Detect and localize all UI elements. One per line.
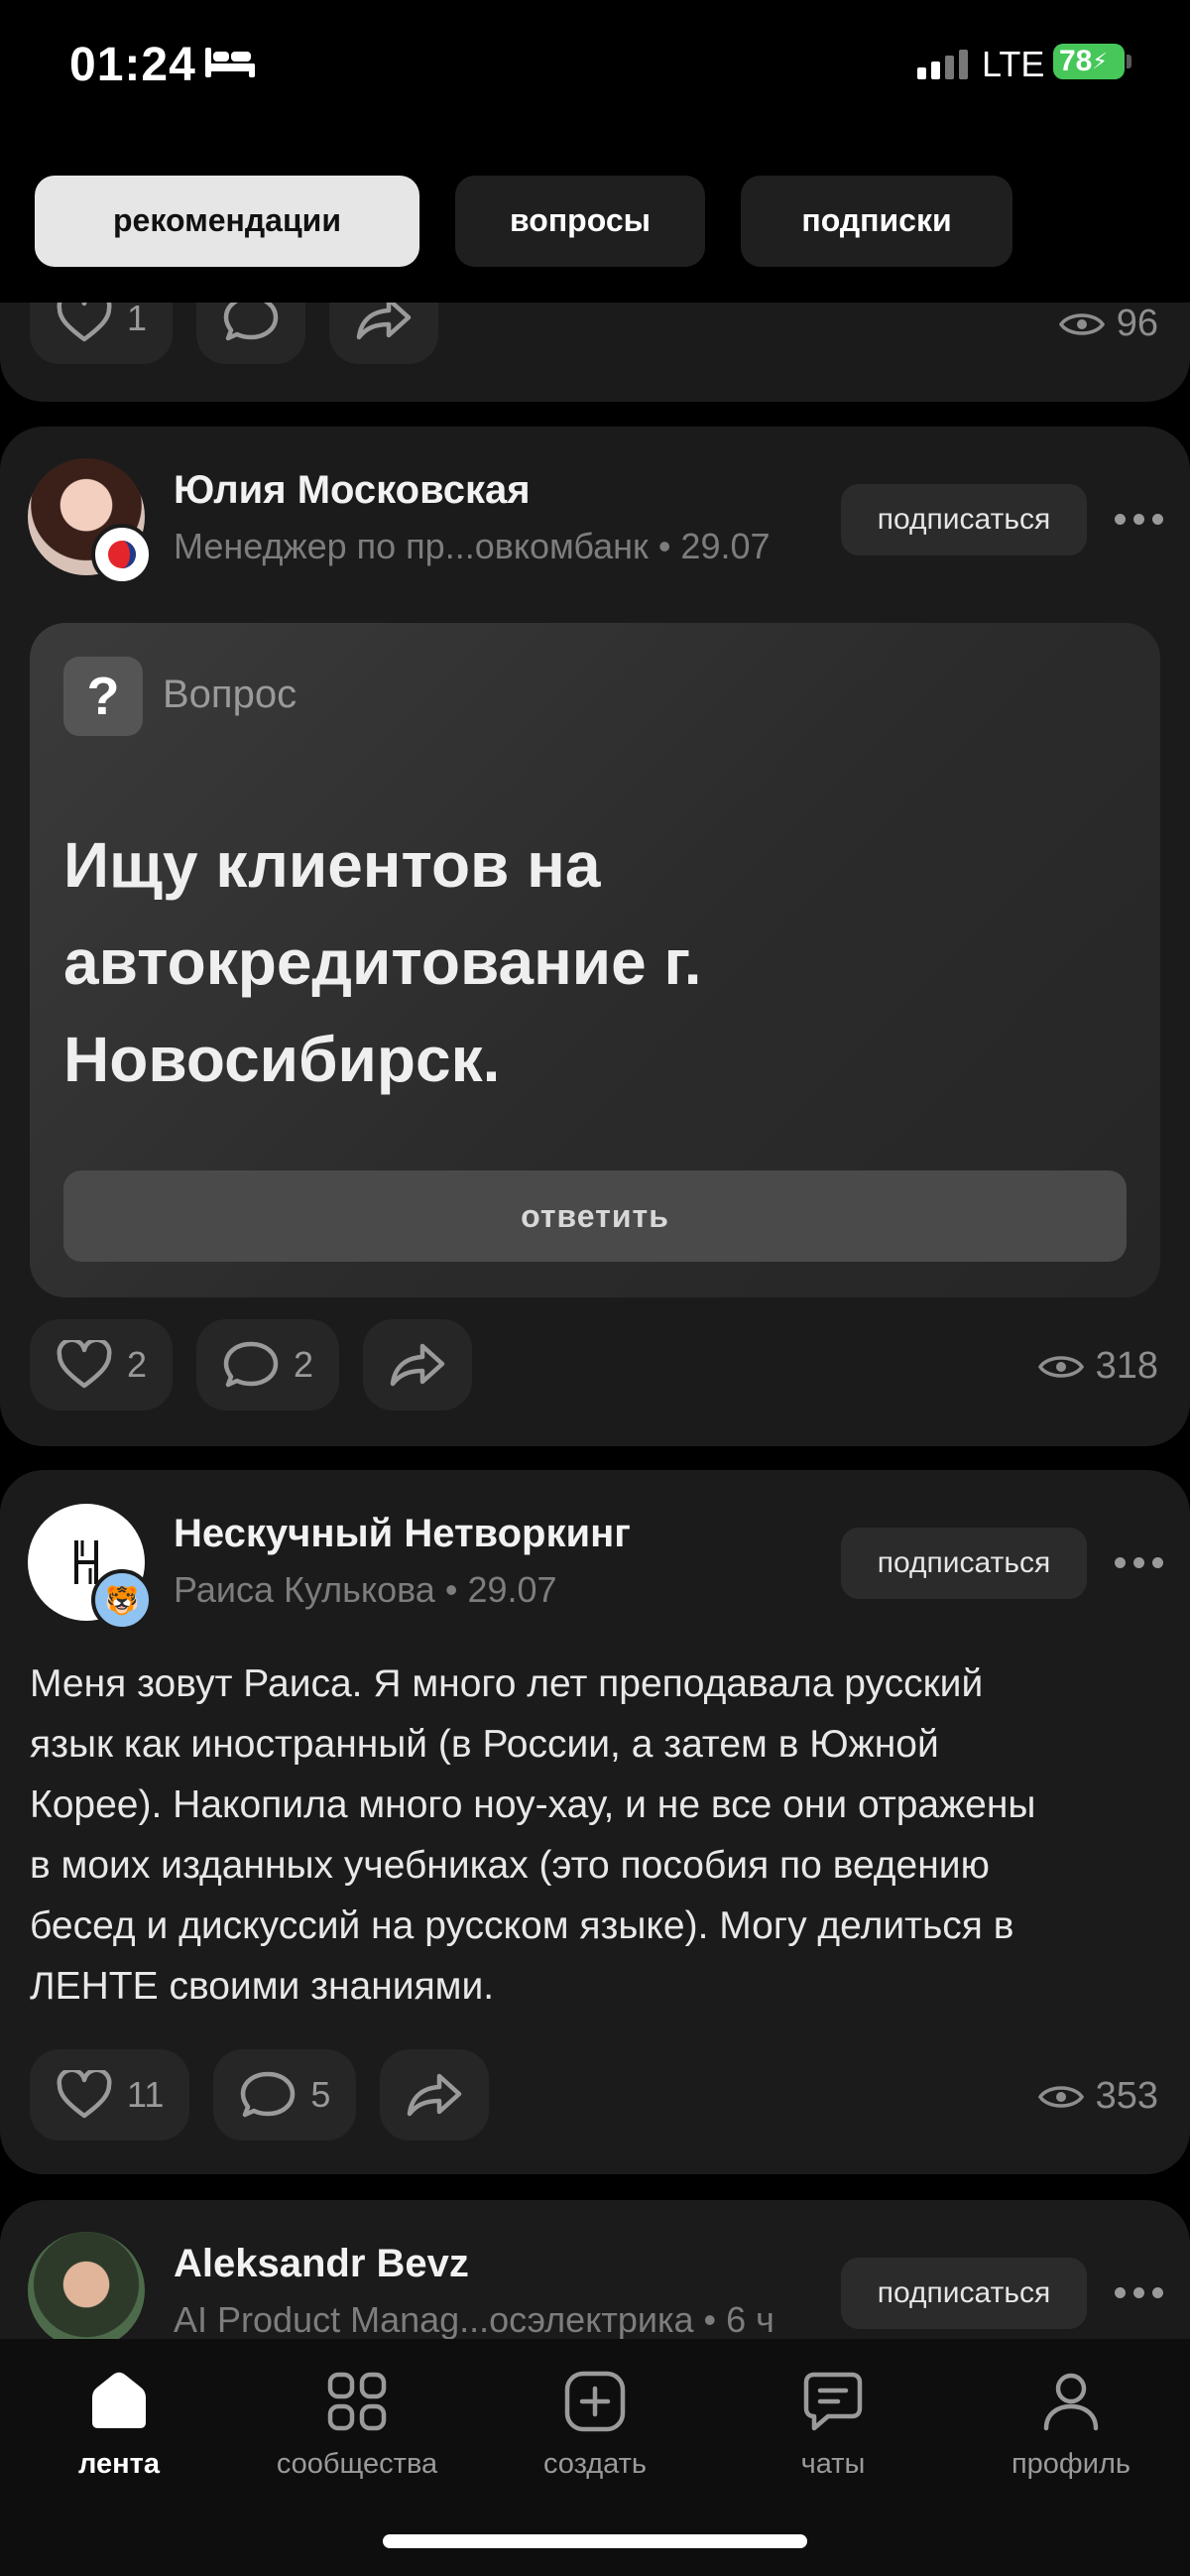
nav-communities-label: сообщества	[276, 2448, 438, 2480]
like-count: 2	[127, 1344, 148, 1385]
tab-questions[interactable]: вопросы	[455, 175, 705, 267]
status-time: 01:24	[69, 39, 196, 91]
grid-icon	[327, 2372, 387, 2431]
answer-button[interactable]: ответить	[63, 1170, 1127, 1262]
views-count: 318	[1095, 1345, 1158, 1387]
heart-icon	[57, 2070, 112, 2119]
nav-chats[interactable]: чаты	[734, 2369, 932, 2481]
comment-button[interactable]: 5	[213, 2049, 357, 2141]
eye-icon	[1058, 312, 1105, 335]
views-count: 353	[1095, 2075, 1158, 2117]
comment-icon	[223, 1341, 279, 1388]
post-card: 🐯 Нескучный Нетворкинг Раиса Кулькова • …	[0, 1470, 1190, 2174]
views-counter: 96	[1058, 303, 1158, 345]
share-icon	[390, 1343, 445, 1387]
more-options-icon[interactable]	[1115, 1557, 1163, 1568]
battery-level: 78	[1059, 45, 1093, 77]
question-label: Вопрос	[163, 673, 298, 716]
nav-communities[interactable]: сообщества	[258, 2369, 456, 2481]
feed-filter-tabs: рекомендации вопросы подписки	[0, 139, 1190, 303]
like-count: 1	[127, 298, 148, 338]
author-name[interactable]: Юлия Московская	[174, 468, 531, 513]
more-options-icon[interactable]	[1115, 514, 1163, 525]
nav-chats-label: чаты	[800, 2448, 866, 2480]
nav-feed-label: лента	[77, 2448, 160, 2480]
author-name[interactable]: Aleksandr Bevz	[174, 2242, 469, 2286]
share-button[interactable]	[363, 1319, 473, 1411]
cellular-signal-icon	[917, 48, 968, 79]
nav-feed[interactable]: лента	[20, 2369, 218, 2481]
comment-icon	[241, 2071, 296, 2118]
author-meta: Раиса Кулькова • 29.07	[174, 1569, 557, 1610]
status-bar: 01:24 LTE 78 ⚡	[0, 0, 1190, 139]
battery-icon: 78 ⚡	[1053, 44, 1125, 79]
tab-subscriptions[interactable]: подписки	[741, 175, 1012, 267]
nav-create-label: создать	[542, 2448, 648, 2480]
views-counter: 318	[1037, 1345, 1158, 1388]
user-badge-icon: 🐯	[91, 1569, 153, 1631]
chat-icon	[803, 2372, 863, 2431]
nav-profile[interactable]: профиль	[972, 2369, 1170, 2481]
eye-icon	[1037, 2085, 1084, 2108]
post-card: Юлия Московская Менеджер по пр...овкомба…	[0, 427, 1190, 1446]
subscribe-button[interactable]: подписаться	[841, 1528, 1087, 1599]
plus-square-icon	[564, 2371, 626, 2432]
like-button[interactable]: 2	[30, 1319, 174, 1411]
eye-icon	[1037, 1355, 1084, 1378]
avatar[interactable]	[28, 2232, 145, 2349]
home-icon	[92, 2372, 146, 2428]
person-icon	[1043, 2373, 1099, 2431]
tab-recommendations[interactable]: рекомендации	[35, 175, 419, 267]
home-indicator[interactable]	[383, 2534, 807, 2548]
views-counter: 353	[1037, 2075, 1158, 2118]
sleep-mode-icon	[205, 48, 255, 77]
question-text: Ищу клиентов на автокредитование г. Ново…	[63, 829, 702, 1095]
comment-count: 5	[310, 2074, 331, 2115]
question-block[interactable]: ? Вопрос Ищу клиентов на автокредитовани…	[30, 623, 1160, 1297]
author-meta: AI Product Manag...осэлектрика • 6 ч	[174, 2299, 774, 2340]
subscribe-button[interactable]: подписаться	[841, 484, 1087, 555]
like-button[interactable]: 11	[30, 2049, 190, 2141]
nav-create[interactable]: создать	[496, 2369, 694, 2481]
like-count: 11	[127, 2074, 165, 2115]
author-meta: Менеджер по пр...овкомбанк • 29.07	[174, 526, 771, 566]
subscribe-button[interactable]: подписаться	[841, 2258, 1087, 2329]
more-options-icon[interactable]	[1115, 2287, 1163, 2298]
post-text[interactable]: Меня зовут Раиса. Я много лет преподавал…	[30, 1654, 1170, 2017]
author-name[interactable]: Нескучный Нетворкинг	[174, 1512, 631, 1556]
company-badge-icon	[91, 524, 153, 585]
comment-button[interactable]: 2	[196, 1319, 340, 1411]
views-count: 96	[1116, 303, 1158, 344]
network-type: LTE	[982, 44, 1045, 84]
question-mark-icon: ?	[63, 657, 143, 736]
battery-tip	[1127, 55, 1131, 68]
nav-profile-label: профиль	[1011, 2448, 1131, 2480]
heart-icon	[57, 1340, 112, 1389]
share-icon	[408, 2073, 462, 2117]
comment-count: 2	[294, 1344, 314, 1385]
share-button[interactable]	[380, 2049, 490, 2141]
